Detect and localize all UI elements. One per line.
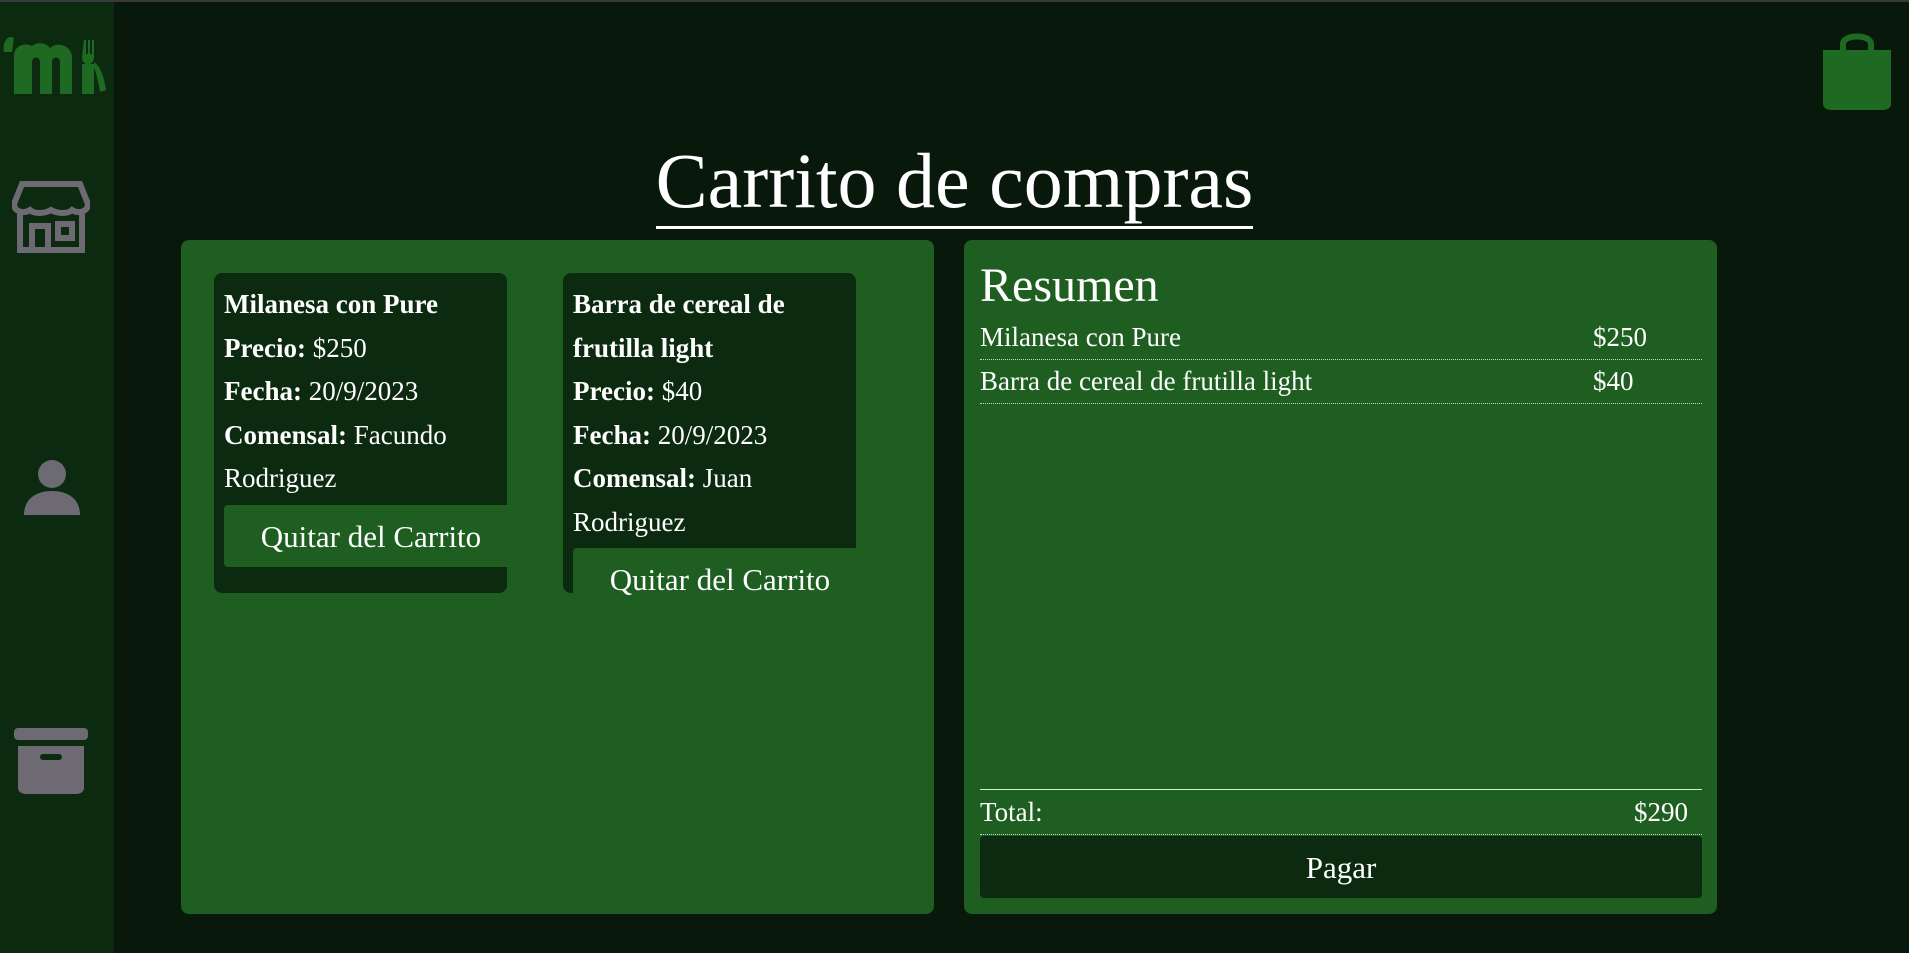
- summary-item-price: $40: [1593, 366, 1634, 396]
- shopping-bag-icon[interactable]: [1823, 30, 1891, 110]
- item-name: Milanesa con Pure: [224, 289, 438, 319]
- remove-from-cart-button[interactable]: Quitar del Carrito: [573, 548, 867, 610]
- item-price: Precio: $250: [224, 332, 367, 363]
- cart-item-card: Barra de cereal de frutilla light Precio:…: [563, 273, 867, 610]
- item-date: Fecha: 20/9/2023: [224, 376, 419, 406]
- item-diner: Comensal: Facundo Rodriguez: [224, 419, 447, 494]
- total-label: Total:: [980, 797, 1043, 827]
- summary-title: Resumen: [980, 259, 1159, 312]
- total-row: Total: $290: [980, 789, 1702, 835]
- summary-item-price: $250: [1593, 322, 1647, 352]
- remove-from-cart-button[interactable]: Quitar del Carrito: [224, 504, 518, 567]
- item-diner: Comensal: Juan Rodriguez: [573, 463, 753, 537]
- summary-row: Milanesa con Pure $250: [980, 316, 1702, 360]
- item-price: Precio: $40: [573, 376, 703, 406]
- logo-icon[interactable]: [0, 32, 110, 98]
- page-title: Carrito de compras: [0, 140, 1909, 229]
- item-name: Barra de cereal de frutilla light: [573, 289, 785, 363]
- total-value: $290: [1634, 797, 1688, 827]
- page-title-text: Carrito de compras: [655, 140, 1254, 229]
- archive-icon[interactable]: [14, 726, 88, 796]
- pay-button[interactable]: Pagar: [980, 836, 1702, 898]
- cart-item-card: Milanesa con Pure Precio: $250 Fecha: 20…: [214, 273, 518, 593]
- summary-item-name: Milanesa con Pure: [980, 322, 1181, 352]
- cart-items-panel: Milanesa con Pure Precio: $250 Fecha: 20…: [181, 240, 934, 914]
- summary-item-name: Barra de cereal de frutilla light: [980, 366, 1313, 396]
- user-icon[interactable]: [22, 457, 82, 517]
- window-top-border: [0, 0, 1909, 2]
- summary-row: Barra de cereal de frutilla light $40: [980, 360, 1702, 404]
- item-date: Fecha: 20/9/2023: [573, 419, 768, 450]
- summary-panel: Resumen Milanesa con Pure $250 Barra de …: [964, 240, 1717, 914]
